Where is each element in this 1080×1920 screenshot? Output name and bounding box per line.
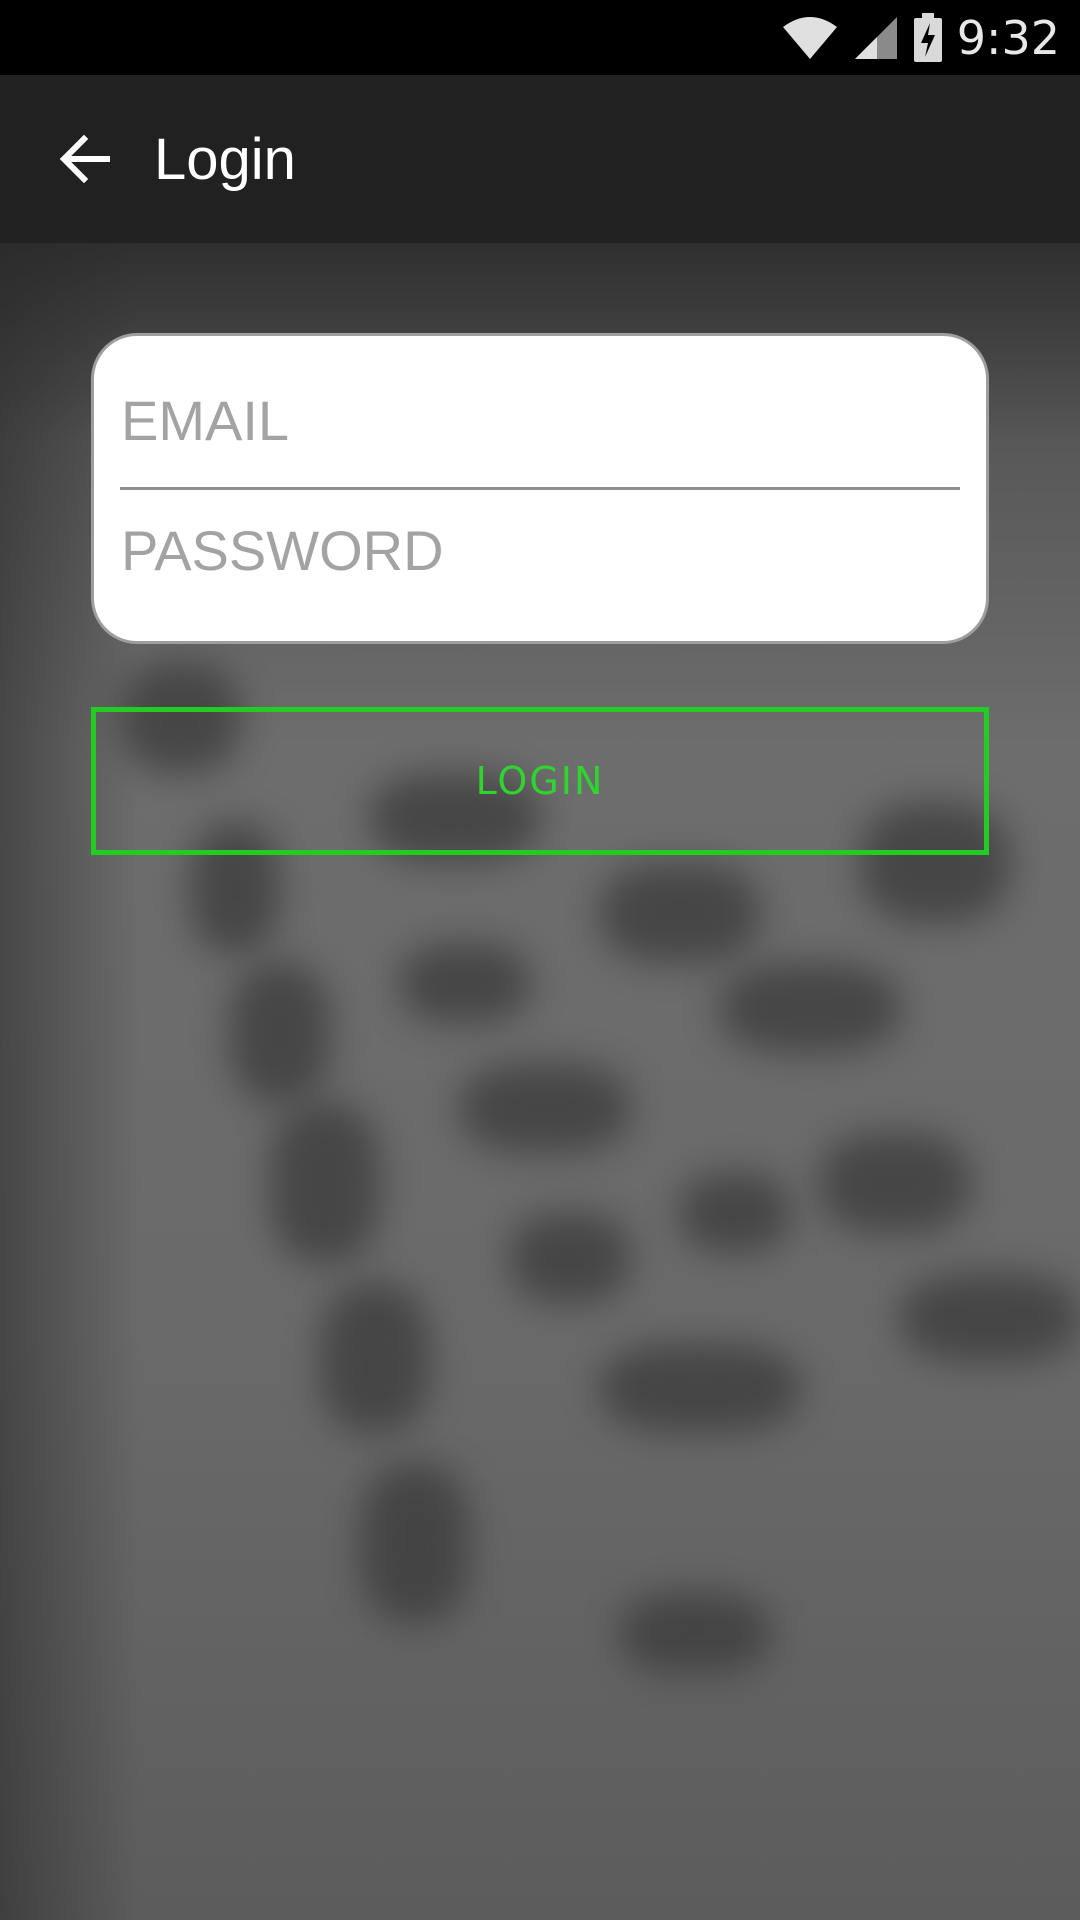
back-button[interactable] — [40, 115, 128, 203]
login-button[interactable]: LOGIN — [91, 707, 989, 855]
arrow-left-icon — [59, 134, 110, 184]
status-time: 9:32 — [956, 10, 1060, 65]
page-title: Login — [154, 126, 296, 192]
field-divider — [120, 487, 960, 490]
email-field[interactable] — [121, 370, 961, 470]
password-field[interactable] — [121, 500, 961, 600]
status-bar: 9:32 — [0, 0, 1080, 75]
login-screen: 9:32 Login LOGIN — [0, 0, 1080, 1920]
login-button-label: LOGIN — [475, 759, 605, 803]
cell-signal-icon — [853, 15, 899, 61]
app-bar: Login — [0, 75, 1080, 243]
wifi-icon — [781, 15, 839, 61]
battery-charging-icon — [913, 12, 943, 63]
